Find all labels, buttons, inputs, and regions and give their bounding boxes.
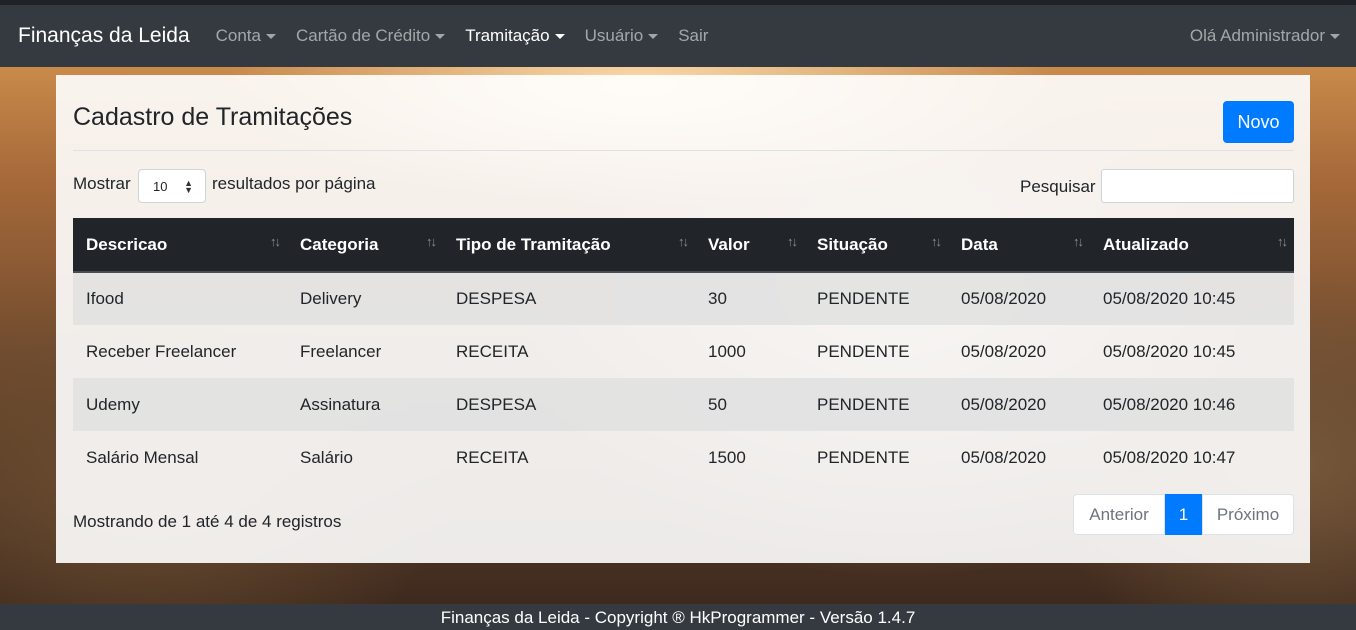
main-card: Cadastro de Tramitações Novo Mostrar 10 … — [56, 75, 1310, 563]
cell-data: 05/08/2020 — [948, 272, 1090, 325]
cell-data: 05/08/2020 — [948, 378, 1090, 431]
chevron-down-icon — [435, 33, 446, 39]
col-label: Valor — [708, 234, 750, 254]
cell-categoria: Freelancer — [300, 341, 382, 361]
cell-valor: 50 — [695, 378, 804, 431]
cell-categoria: Salário — [300, 447, 353, 467]
table-info: Mostrando de 1 até 4 de 4 registros — [73, 512, 342, 531]
pagination: Anterior 1 Próximo — [1073, 494, 1294, 535]
col-label: Tipo de Tramitação — [456, 234, 611, 254]
sort-icon: ↑↓ — [426, 234, 437, 249]
sort-icon: ↑↓ — [678, 234, 689, 249]
footer: Finanças da Leida - Copyright ® HkProgra… — [0, 604, 1356, 630]
chevron-down-icon — [1330, 33, 1340, 39]
col-valor[interactable]: Valor ↑↓ — [695, 218, 804, 273]
nav-tramitacao[interactable]: Tramitação — [465, 26, 565, 46]
pagination-next[interactable]: Próximo — [1202, 494, 1294, 535]
cell-valor: 1000 — [708, 341, 746, 361]
nav-cartao-label: Cartão de Crédito — [296, 26, 431, 45]
nav-tramitacao-label: Tramitação — [465, 26, 550, 45]
col-label: Data — [961, 234, 998, 254]
col-categoria[interactable]: Categoria ↑↓ — [287, 218, 443, 273]
cell-valor: 1500 — [708, 447, 746, 467]
col-label: Situação — [817, 234, 888, 254]
cell-atualizado: 05/08/2020 10:45 — [1103, 341, 1236, 361]
col-label: Atualizado — [1103, 234, 1189, 254]
sort-icon: ↑↓ — [787, 234, 798, 249]
cell-categoria: Delivery — [287, 272, 443, 325]
length-prefix: Mostrar — [73, 174, 131, 193]
cell-situacao: PENDENTE — [804, 272, 948, 325]
pagination-page-1[interactable]: 1 — [1165, 494, 1202, 535]
search-label: Pesquisar — [1020, 177, 1096, 196]
brand[interactable]: Finanças da Leida — [18, 24, 190, 48]
nav-conta-label: Conta — [215, 26, 261, 45]
col-atualizado[interactable]: Atualizado ↑↓ — [1090, 218, 1294, 273]
col-situacao[interactable]: Situação ↑↓ — [804, 218, 948, 273]
cell-descricao: Ifood — [73, 272, 287, 325]
cell-atualizado: 05/08/2020 10:46 — [1090, 378, 1294, 431]
page-title: Cadastro de Tramitações — [73, 103, 353, 131]
nav-sair[interactable]: Sair — [678, 26, 708, 46]
table-row[interactable]: Ifood Delivery DESPESA 30 PENDENTE 05/08… — [73, 272, 1294, 325]
cell-situacao: PENDENTE — [817, 447, 910, 467]
nav-usuario[interactable]: Usuário — [585, 26, 659, 46]
nav-usuario-label: Usuário — [584, 26, 644, 45]
chevron-down-icon — [554, 33, 565, 39]
cell-tipo: RECEITA — [456, 447, 529, 467]
cell-tipo: RECEITA — [456, 341, 529, 361]
cell-descricao: Udemy — [73, 378, 287, 431]
divider — [73, 150, 1294, 151]
table-row[interactable]: Receber Freelancer Freelancer RECEITA 10… — [73, 325, 1294, 378]
cell-situacao: PENDENTE — [817, 341, 910, 361]
navbar: Finanças da Leida Conta Cartão de Crédit… — [0, 5, 1356, 67]
cell-descricao: Receber Freelancer — [86, 341, 237, 361]
cell-descricao: Salário Mensal — [86, 447, 199, 467]
sort-icon: ↑↓ — [1277, 234, 1288, 249]
cell-situacao: PENDENTE — [804, 378, 948, 431]
cell-tipo: DESPESA — [443, 272, 695, 325]
sort-arrows-icon: ▲ ▼ — [184, 178, 193, 195]
col-descricao[interactable]: Descricao ↑↓ — [73, 218, 287, 273]
col-label: Categoria — [300, 234, 379, 254]
cell-data: 05/08/2020 — [961, 341, 1047, 361]
col-tipo[interactable]: Tipo de Tramitação ↑↓ — [443, 218, 695, 273]
nav-conta[interactable]: Conta — [216, 26, 276, 46]
cell-categoria: Assinatura — [287, 378, 443, 431]
cell-atualizado: 05/08/2020 10:45 — [1090, 272, 1294, 325]
page-length-select[interactable]: 10 ▲ ▼ — [138, 169, 206, 203]
sort-icon: ↑↓ — [931, 234, 942, 249]
search-input[interactable] — [1101, 169, 1294, 203]
nav-sair-label: Sair — [678, 26, 709, 45]
sort-icon: ↑↓ — [1073, 234, 1084, 249]
table-row[interactable]: Salário Mensal Salário RECEITA 1500 PEND… — [73, 431, 1294, 484]
table-header-row: Descricao ↑↓ Categoria ↑↓ Tipo de Tramitaç… — [73, 218, 1294, 273]
length-suffix: resultados por página — [212, 174, 376, 193]
cell-tipo: DESPESA — [443, 378, 695, 431]
chevron-down-icon — [648, 33, 659, 39]
sort-icon: ↑↓ — [270, 234, 281, 249]
col-label: Descricao — [86, 234, 168, 254]
user-menu-label: Olá Administrador — [1189, 26, 1325, 45]
cell-data: 05/08/2020 — [961, 447, 1047, 467]
chevron-down-icon — [266, 33, 276, 39]
user-menu[interactable]: Olá Administrador — [1190, 26, 1340, 46]
col-data[interactable]: Data ↑↓ — [948, 218, 1090, 273]
cell-atualizado: 05/08/2020 10:47 — [1103, 447, 1236, 467]
new-button[interactable]: Novo — [1223, 101, 1294, 143]
page-length-value: 10 — [153, 178, 168, 194]
nav-cartao[interactable]: Cartão de Crédito — [296, 26, 446, 46]
transactions-table: Descricao ↑↓ Categoria ↑↓ Tipo de Tramitaç… — [73, 218, 1294, 484]
table-row[interactable]: Udemy Assinatura DESPESA 50 PENDENTE 05/… — [73, 378, 1294, 431]
cell-valor: 30 — [695, 272, 804, 325]
pagination-prev[interactable]: Anterior — [1073, 494, 1165, 535]
